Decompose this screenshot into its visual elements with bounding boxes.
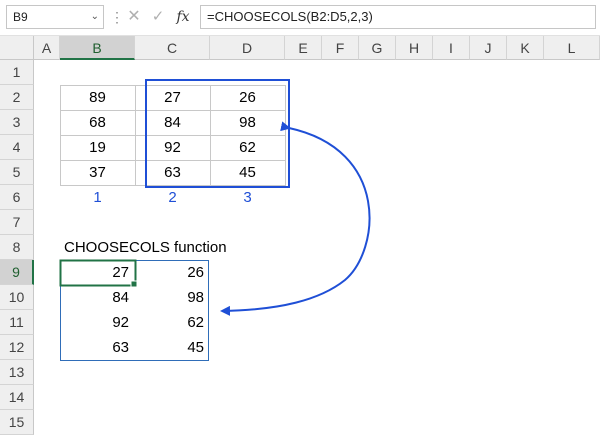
highlight-box bbox=[145, 79, 290, 188]
arrow-icon bbox=[220, 121, 371, 316]
active-cell-selection bbox=[59, 259, 137, 287]
fill-handle bbox=[130, 280, 138, 288]
annotation-overlay bbox=[59, 79, 371, 316]
